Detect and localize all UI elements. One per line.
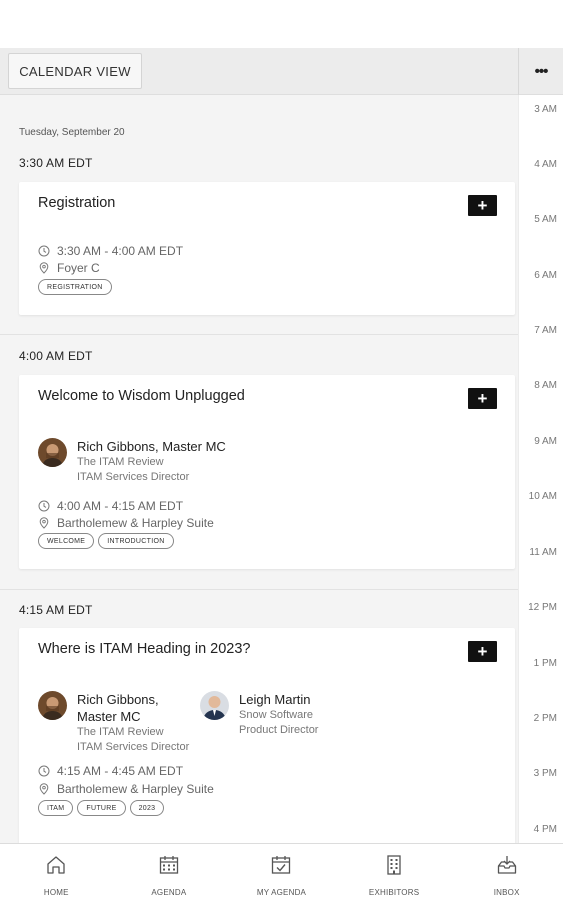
speaker-organization: Snow Software <box>239 709 313 721</box>
rail-hour-label: 8 AM <box>534 380 557 391</box>
agenda-list[interactable]: Tuesday, September 20 3:30 AM EDT Regist… <box>0 95 518 843</box>
speaker[interactable]: Rich Gibbons, Master MC The ITAM Review … <box>38 438 226 485</box>
add-to-agenda-button[interactable]: + <box>468 641 497 662</box>
rail-hour-label: 10 AM <box>528 491 557 502</box>
session-location-row: Bartholemew & Harpley Suite <box>38 516 214 530</box>
speaker-name: Rich Gibbons, Master MC <box>77 439 226 454</box>
home-icon <box>45 854 67 881</box>
tab-label: EXHIBITORS <box>368 888 420 897</box>
session-card-welcome[interactable]: Welcome to Wisdom Unplugged + Rich Gibbo… <box>19 375 515 569</box>
rail-hour-label: 3 PM <box>533 768 557 779</box>
session-time-row: 4:00 AM - 4:15 AM EDT <box>38 499 183 513</box>
rail-hour-label: 3 AM <box>534 104 557 115</box>
tab-label: MY AGENDA <box>256 888 307 897</box>
rail-hour-label: 9 AM <box>534 436 557 447</box>
tag[interactable]: ITAM <box>38 800 74 816</box>
speaker-name: Rich Gibbons, <box>77 692 159 707</box>
slot-time-heading: 4:15 AM EDT <box>19 603 93 617</box>
tab-label: HOME <box>43 888 69 897</box>
session-time: 4:00 AM - 4:15 AM EDT <box>57 499 184 513</box>
session-title: Welcome to Wisdom Unplugged <box>38 388 245 404</box>
speaker-role: ITAM Services Director <box>77 471 190 483</box>
rail-hour-label: 1 PM <box>533 658 557 669</box>
speaker-organization: The ITAM Review <box>77 456 164 468</box>
speaker-role: Product Director <box>239 724 319 736</box>
tag[interactable]: 2023 <box>129 800 165 816</box>
rail-hour-label: 11 AM <box>529 547 557 558</box>
slot-time-heading: 3:30 AM EDT <box>19 156 93 170</box>
session-time-row: 3:30 AM - 4:00 AM EDT <box>38 244 183 258</box>
clock-icon <box>38 245 50 257</box>
session-card-registration[interactable]: Registration + 3:30 AM - 4:00 AM EDT Foy… <box>19 182 515 315</box>
speaker-role: ITAM Services Director <box>77 741 190 753</box>
clock-icon <box>38 765 50 777</box>
location-pin-icon <box>38 783 50 795</box>
tag-list: ITAM FUTURE 2023 <box>38 800 165 816</box>
avatar <box>38 691 67 720</box>
tag[interactable]: INTRODUCTION <box>98 533 174 549</box>
rail-hour-label: 6 AM <box>534 270 557 281</box>
tag-list: REGISTRATION <box>38 279 112 295</box>
tab-my-agenda[interactable]: MY AGENDA <box>225 844 338 900</box>
speaker[interactable]: Rich Gibbons, Master MC The ITAM Review … <box>38 691 189 755</box>
session-location-row: Foyer C <box>38 261 100 275</box>
session-location: Bartholemew & Harpley Suite <box>57 782 214 796</box>
session-card-itam-heading[interactable]: Where is ITAM Heading in 2023? + Rich Gi… <box>19 628 515 843</box>
tab-home[interactable]: HOME <box>0 844 113 900</box>
building-icon <box>383 854 405 881</box>
rail-hour-label: 5 AM <box>534 214 557 225</box>
inbox-download-icon <box>496 854 518 881</box>
session-title: Registration <box>38 195 116 211</box>
session-location-row: Bartholemew & Harpley Suite <box>38 782 214 796</box>
calendar-icon <box>158 854 180 881</box>
speaker[interactable]: Leigh Martin Snow Software Product Direc… <box>200 691 318 738</box>
location-pin-icon <box>38 262 50 274</box>
toolbar: CALENDAR VIEW ••• <box>0 48 563 95</box>
speaker-organization: The ITAM Review <box>77 726 164 738</box>
tag[interactable]: FUTURE <box>77 800 126 816</box>
tag[interactable]: WELCOME <box>38 533 95 549</box>
avatar <box>38 438 67 467</box>
add-to-agenda-button[interactable]: + <box>468 388 497 409</box>
session-title: Where is ITAM Heading in 2023? <box>38 641 251 657</box>
divider <box>0 334 518 335</box>
rail-hour-label: 2 PM <box>533 713 557 724</box>
tab-inbox[interactable]: INBOX <box>450 844 563 900</box>
calendar-check-icon <box>270 854 292 881</box>
add-to-agenda-button[interactable]: + <box>468 195 497 216</box>
speaker-name: Leigh Martin <box>239 692 311 707</box>
rail-hour-label: 12 PM <box>528 602 557 613</box>
more-options-button[interactable]: ••• <box>518 48 563 95</box>
rail-hour-label: 4 PM <box>533 824 557 835</box>
bottom-tab-bar: HOME AGENDA MY AGENDA EXHIBITORS INBOX <box>0 843 563 900</box>
divider <box>0 589 518 590</box>
tag-list: WELCOME INTRODUCTION <box>38 533 174 549</box>
tab-label: INBOX <box>493 888 520 897</box>
date-heading: Tuesday, September 20 <box>19 127 125 138</box>
session-time-row: 4:15 AM - 4:45 AM EDT <box>38 764 183 778</box>
slot-time-heading: 4:00 AM EDT <box>19 349 93 363</box>
rail-hour-label: 4 AM <box>534 159 557 170</box>
app-screen: CALENDAR VIEW ••• Tuesday, September 20 … <box>0 0 563 900</box>
avatar <box>200 691 229 720</box>
session-time: 3:30 AM - 4:00 AM EDT <box>57 244 184 258</box>
speaker-name: Master MC <box>77 709 141 724</box>
session-location: Bartholemew & Harpley Suite <box>57 516 214 530</box>
tab-label: AGENDA <box>151 888 187 897</box>
calendar-view-button[interactable]: CALENDAR VIEW <box>8 53 142 89</box>
tab-agenda[interactable]: AGENDA <box>113 844 226 900</box>
clock-icon <box>38 500 50 512</box>
session-time: 4:15 AM - 4:45 AM EDT <box>57 764 184 778</box>
tab-exhibitors[interactable]: EXHIBITORS <box>338 844 451 900</box>
time-rail[interactable]: 3 AM 4 AM 5 AM 6 AM 7 AM 8 AM 9 AM 10 AM… <box>518 95 563 843</box>
location-pin-icon <box>38 517 50 529</box>
rail-hour-label: 7 AM <box>534 325 557 336</box>
session-location: Foyer C <box>57 261 100 275</box>
tag[interactable]: REGISTRATION <box>38 279 112 295</box>
